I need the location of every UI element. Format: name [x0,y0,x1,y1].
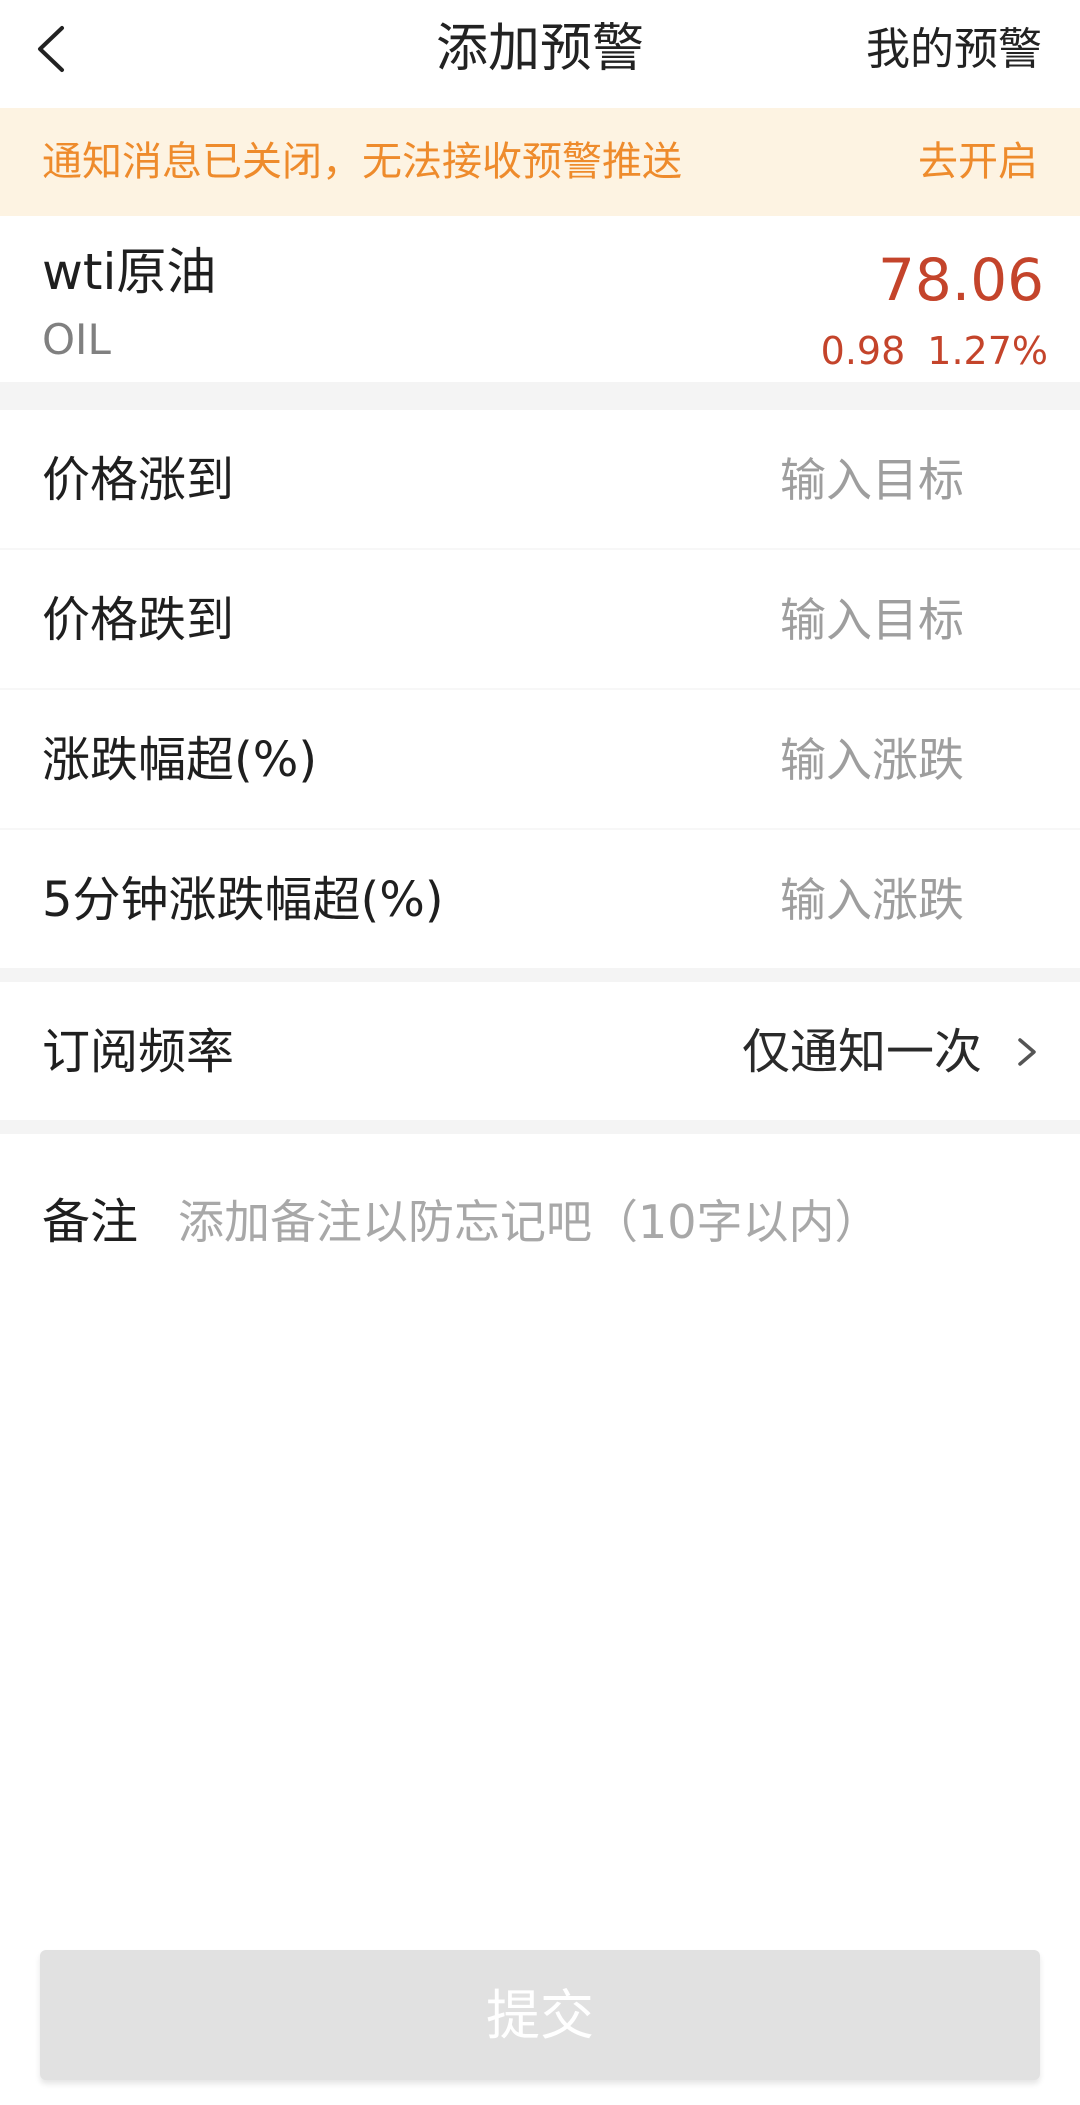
section-divider [0,968,1080,982]
note-label: 备注 [42,1194,139,1250]
subscription-frequency-row[interactable]: 订阅频率 仅通知一次 [0,982,1080,1122]
condition-row-price-down: 价格跌到 [0,550,1080,690]
condition-label: 5分钟涨跌幅超(%) [42,872,444,928]
instrument-price: 78.06 [877,246,1044,314]
frequency-value: 仅通知一次 [741,1024,982,1080]
submit-button[interactable]: 提交 [40,1950,1040,2080]
note-input[interactable] [178,1190,1038,1254]
instrument-change-value: 0.98 [820,329,906,373]
condition-row-5min-change: 5分钟涨跌幅超(%) [0,830,1080,970]
enable-notifications-link[interactable]: 去开启 [918,132,1038,192]
condition-row-change-percent: 涨跌幅超(%) [0,690,1080,830]
condition-label: 价格跌到 [42,592,235,648]
section-divider [0,1120,1080,1134]
change-percent-input[interactable] [780,728,1010,792]
my-alerts-link[interactable]: 我的预警 [866,20,1042,80]
five-minute-change-input[interactable] [780,868,1010,932]
instrument-change: 0.98 1.27% [821,326,1048,376]
app-header: 添加预警 我的预警 [0,0,1080,108]
section-divider [0,382,1080,410]
price-up-input[interactable] [780,448,1010,512]
condition-label: 价格涨到 [42,452,235,508]
instrument-code: OIL [42,315,111,364]
condition-row-price-up: 价格涨到 [0,410,1080,550]
condition-label: 涨跌幅超(%) [42,732,318,788]
frequency-label: 订阅频率 [42,1024,235,1080]
notification-banner-text: 通知消息已关闭，无法接收预警推送 [42,139,682,185]
price-down-input[interactable] [780,588,1010,652]
instrument-change-percent: 1.27% [927,329,1048,373]
instrument-name: wti原油 [42,243,217,301]
notification-banner: 通知消息已关闭，无法接收预警推送 去开启 [0,108,1080,216]
instrument-card: wti原油 OIL 78.06 0.98 1.27% [0,216,1080,382]
chevron-right-icon [1018,1038,1036,1066]
